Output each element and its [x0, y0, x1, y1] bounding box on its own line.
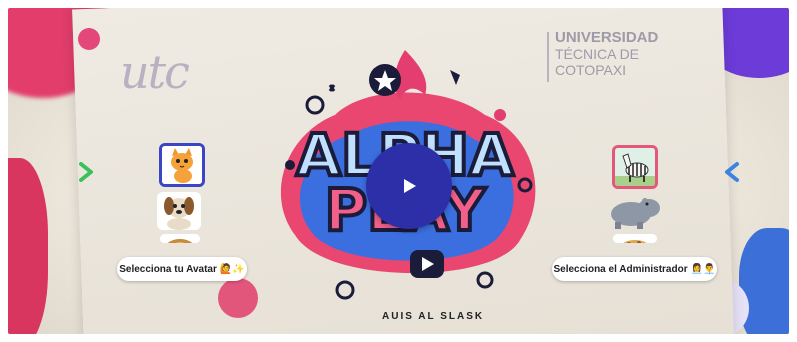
- utc-logo: utc: [120, 45, 190, 99]
- avatar-emoji: 🙋✨: [219, 263, 245, 275]
- cat-avatar-icon: [162, 146, 202, 184]
- avatar-option-lion[interactable]: [160, 234, 200, 243]
- university-line-2: TÉCNICA DE: [555, 46, 640, 62]
- play-icon: [404, 179, 416, 193]
- zebra-avatar-icon: [615, 148, 655, 186]
- lion-avatar-icon: [160, 238, 200, 243]
- admin-emoji: 👩‍💼👨‍💼: [690, 263, 716, 275]
- logo-tagline: AUIS AL SLASK: [382, 311, 485, 322]
- paint-splash: [8, 158, 48, 334]
- play-button[interactable]: [366, 143, 452, 229]
- chevron-left-icon: [725, 162, 739, 182]
- avatar-next-arrow[interactable]: [78, 161, 94, 183]
- admin-prev-arrow[interactable]: [724, 161, 740, 183]
- select-admin-label: Selecciona el Administrador: [553, 263, 688, 275]
- paint-splash: [78, 28, 100, 50]
- university-name: UNIVERSIDAD TÉCNICA DE COTOPAXI: [555, 29, 659, 79]
- avatar-option-dog[interactable]: [157, 192, 201, 230]
- hippo-avatar-icon: [611, 198, 660, 229]
- university-line-3: COTOPAXI: [555, 62, 627, 78]
- paint-splash: [218, 278, 258, 318]
- university-line-1: UNIVERSIDAD: [555, 29, 659, 46]
- admin-option-giraffe[interactable]: [613, 234, 657, 243]
- giraffe-avatar-icon: [613, 238, 657, 243]
- avatar-option-cat[interactable]: [159, 143, 205, 187]
- select-avatar-label: Selecciona tu Avatar: [119, 263, 217, 275]
- chevron-right-icon: [79, 162, 93, 182]
- admin-option-zebra[interactable]: [612, 145, 658, 189]
- select-avatar-button[interactable]: Selecciona tu Avatar 🙋✨: [117, 257, 247, 281]
- dog-avatar-icon: [157, 192, 201, 230]
- select-admin-button[interactable]: Selecciona el Administrador 👩‍💼👨‍💼: [552, 257, 717, 281]
- admin-option-hippo[interactable]: [607, 192, 661, 230]
